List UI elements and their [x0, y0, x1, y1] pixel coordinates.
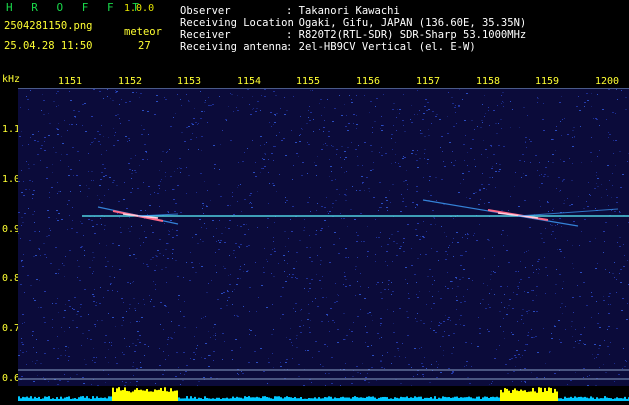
- unit-label: kHz: [2, 74, 21, 85]
- spectrum-strip-svg: [18, 387, 629, 401]
- field-label-receiver: Receiver: [180, 29, 231, 41]
- app-version: 1.0.0: [124, 3, 155, 14]
- time-tick: 1151: [58, 76, 83, 87]
- spectrogram-svg: [18, 88, 629, 386]
- file-name: 2504281150.png: [4, 20, 93, 32]
- header-panel: H R O F F T 1.0.0 2504281150.png meteor …: [0, 0, 629, 62]
- time-tick: 1157: [416, 76, 441, 87]
- field-label-location: Receiving Location: [180, 17, 294, 29]
- field-value-receiver: : R820T2(RTL-SDR) SDR-Sharp 53.1000MHz: [286, 29, 527, 41]
- time-tick: 1159: [535, 76, 560, 87]
- field-value-observer: : Takanori Kawachi: [286, 5, 400, 17]
- spectrogram: [18, 88, 629, 386]
- time-tick: 1158: [476, 76, 501, 87]
- time-tick: 1156: [356, 76, 381, 87]
- time-tick: 1200: [595, 76, 620, 87]
- time-tick: 1152: [118, 76, 143, 87]
- field-label-observer: Observer: [180, 5, 231, 17]
- meteor-count: 27: [138, 40, 151, 52]
- time-tick: 1155: [296, 76, 321, 87]
- field-value-location: : Ogaki, Gifu, JAPAN (136.60E, 35.35N): [286, 17, 527, 29]
- time-tick: 1154: [237, 76, 262, 87]
- capture-datetime: 25.04.28 11:50: [4, 40, 93, 52]
- spectrum-strip: [18, 386, 629, 401]
- field-value-antenna: : 2el-HB9CV Vertical (el. E-W): [286, 41, 476, 53]
- time-tick: 1153: [177, 76, 202, 87]
- meteor-label: meteor: [124, 26, 162, 38]
- noise-layer: [18, 88, 629, 386]
- spectrogram-top-border: [18, 88, 629, 89]
- field-label-antenna: Receiving antenna: [180, 41, 288, 53]
- meteor-echo-2: [422, 199, 619, 227]
